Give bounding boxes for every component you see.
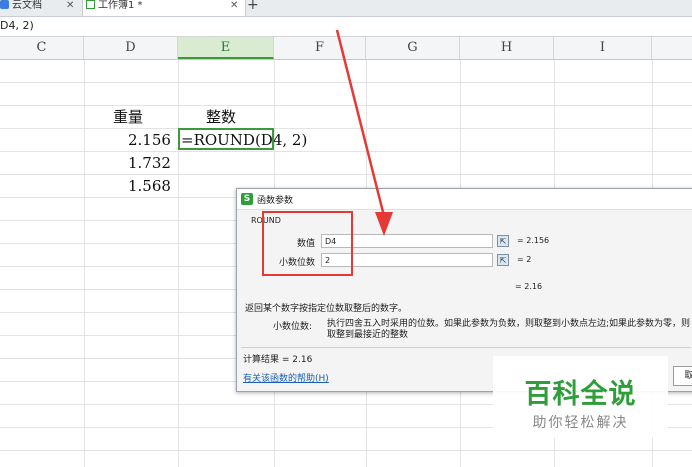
watermark-subtitle: 助你轻松解决 <box>532 415 629 431</box>
watermark: 百科全说 助你轻松解决 <box>493 356 668 438</box>
arrow-head <box>375 212 393 236</box>
arrow-shaft <box>335 29 386 217</box>
watermark-title: 百科全说 <box>524 379 637 410</box>
